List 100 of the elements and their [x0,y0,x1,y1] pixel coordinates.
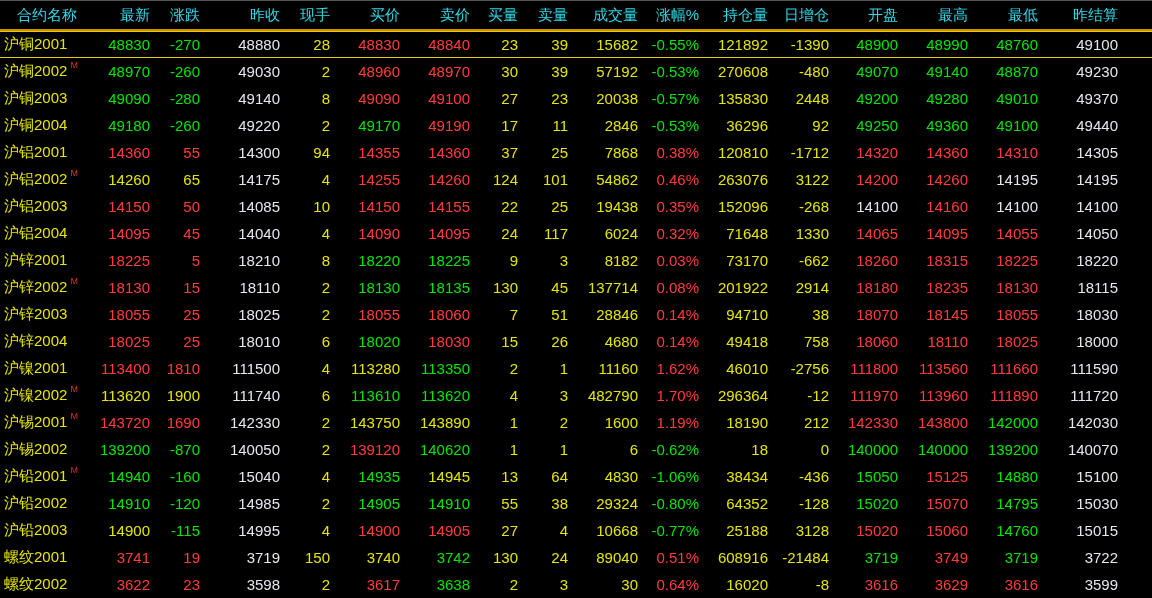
table-cell-text: 64 [550,468,568,485]
table-cell-text: 14995 [237,522,280,539]
column-header[interactable]: 现手 [280,6,330,25]
table-cell-text: 111800 [849,360,898,377]
quote-row[interactable]: 螺纹2002 3622 23 3598 2 3617 3638 2 3 30 0.64% 16020 -8 3616 3629 3616 3599 [0,571,1152,598]
quote-row[interactable]: 沪铝2004 14095 45 14040 4 14090 14095 24 117 6024 0.32% 71648 1330 14065 14095 14055 14050 [0,220,1152,247]
table-cell-text: 142330 [846,414,898,431]
table-cell-text: 49190 [427,117,470,134]
table-cell-text: 3622 [115,576,150,593]
main-contract-marker: M [70,276,78,286]
table-cell-text: 18315 [925,252,968,269]
table-cell-text: 0.14% [655,306,699,323]
table-cell-text: -270 [168,36,200,53]
table-cell-text: 94710 [725,306,768,323]
table-cell-text: 18145 [925,306,968,323]
table-cell-text: 14100 [995,198,1038,215]
column-header[interactable]: 成交量 [568,6,638,25]
column-header[interactable]: 昨结算 [1038,6,1118,25]
table-cell-text: 48900 [855,36,898,53]
table-cell-text: 18030 [427,333,470,350]
contract-name: 沪铜2002 [4,62,68,81]
table-cell-text: 49140 [237,90,280,107]
column-header[interactable]: 合约名称 [0,6,94,25]
quote-row[interactable]: 沪铜2003 49090 -280 49140 8 49090 49100 27 23 20038 -0.57% 135830 2448 49200 49280 49010 49370 [0,85,1152,112]
table-cell-text: 0.03% [655,252,699,269]
table-cell-text: 49100 [1075,36,1118,53]
table-cell-text: 14880 [995,468,1038,485]
table-cell-text: -436 [797,468,829,485]
table-cell-text: 14085 [237,198,280,215]
table-cell-text: 17 [500,117,518,134]
contract-name: 螺纹2002 [4,575,68,594]
quote-row[interactable]: 沪铜2004 49180 -260 49220 2 49170 49190 17 11 2846 -0.53% 36296 92 49250 49360 49100 49440 [0,112,1152,139]
contract-name: 沪铜2004 [4,116,68,135]
column-header[interactable]: 卖价 [400,6,470,25]
column-header[interactable]: 最新 [94,6,150,25]
column-header[interactable]: 日增仓 [768,6,829,25]
contract-name: 沪铝2004 [4,224,68,243]
quote-row[interactable]: 沪锌2001 18225 5 18210 8 18220 18225 9 3 8182 0.03% 73170 -662 18260 18315 18225 18220 [0,247,1152,274]
table-cell-text: 48880 [237,36,280,53]
column-header[interactable]: 最高 [898,6,968,25]
quote-row[interactable]: 沪镍2001 113400 1810 111500 4 113280 113350 2 1 11160 1.62% 46010 -2756 111800 113560 111660 111590 [0,355,1152,382]
table-cell-text: 14095 [107,225,150,242]
quote-row[interactable]: 沪铝2001 14360 55 14300 94 14355 14360 37 25 7868 0.38% 120810 -1712 14320 14360 14310 14305 [0,139,1152,166]
table-cell-text: 49010 [995,90,1038,107]
column-header[interactable]: 买量 [470,6,518,25]
table-cell-text: 18055 [995,306,1038,323]
quote-row[interactable]: 沪锌2003 18055 25 18025 2 18055 18060 7 51 28846 0.14% 94710 38 18070 18145 18055 18030 [0,301,1152,328]
table-cell-text: 49090 [357,90,400,107]
table-cell-text: 113400 [100,360,150,377]
table-cell-text: 22 [500,198,518,215]
table-cell-text: 139120 [348,441,400,458]
table-cell-text: 3719 [245,549,280,566]
table-cell-text: 14090 [357,225,400,242]
table-cell-text: 14355 [357,144,400,161]
contract-name: 沪铝2001 [4,143,68,162]
table-cell-text: 39 [550,63,568,80]
table-cell-text: 18225 [427,252,470,269]
table-cell-text: 3638 [435,576,470,593]
table-cell-text: 49370 [1075,90,1118,107]
column-header[interactable]: 涨跌 [150,6,200,25]
table-cell-text: -1390 [789,36,829,53]
table-cell-text: 4680 [603,333,638,350]
column-header[interactable]: 涨幅% [638,6,699,25]
table-cell-text: 18190 [725,414,768,431]
quote-row[interactable]: 沪锌2004 18025 25 18010 6 18020 18030 15 26 4680 0.14% 49418 758 18060 18110 18025 18000 [0,328,1152,355]
table-cell-text: -21484 [781,549,829,566]
table-cell-text: 263076 [716,171,768,188]
table-cell-text: 3128 [794,522,829,539]
table-cell-text: 49360 [925,117,968,134]
column-header[interactable]: 持仓量 [699,6,768,25]
quote-row[interactable]: 沪铝2003 14150 50 14085 10 14150 14155 22 25 19438 0.35% 152096 -268 14100 14160 14100 14100 [0,193,1152,220]
table-cell-text: 28 [312,36,330,53]
column-header[interactable]: 开盘 [829,6,898,25]
table-cell-text: 55 [182,144,200,161]
quote-row[interactable]: 沪铅2002 14910 -120 14985 2 14905 14910 55 38 29324 -0.80% 64352 -128 15020 15070 14795 15030 [0,490,1152,517]
table-cell-text: 113960 [918,387,968,404]
table-cell-text: 25 [550,198,568,215]
table-cell-text: 15 [500,333,518,350]
table-cell-text: -1.06% [650,468,699,485]
table-cell-text: 2 [320,117,330,134]
column-header[interactable]: 最低 [968,6,1038,25]
table-cell-text: 3719 [1003,549,1038,566]
column-header[interactable]: 买价 [330,6,400,25]
table-cell-text: 18070 [855,306,898,323]
quote-row[interactable]: 螺纹2001 3741 19 3719 150 3740 3742 130 24 89040 0.51% 608916 -21484 3719 3749 3719 3722 [0,544,1152,571]
table-cell-text: 113560 [918,360,968,377]
table-cell-text: 1.19% [655,414,699,431]
table-cell-text: 140000 [916,441,968,458]
table-cell-text: 65 [182,171,200,188]
quote-row[interactable]: 沪铜2001 48830 -270 48880 28 48830 48840 23 39 15682 -0.55% 121892 -1390 48900 48990 48760 49100 [0,31,1152,58]
table-cell-text: 3 [558,576,568,593]
table-cell-text: 14100 [1075,198,1118,215]
table-cell-text: 14175 [237,171,280,188]
quote-row[interactable]: 沪锡2002 139200 -870 140050 2 139120 140620 1 1 6 -0.62% 18 0 140000 140000 139200 140070 [0,436,1152,463]
column-header[interactable]: 昨收 [200,6,280,25]
table-cell-text: 3122 [794,171,829,188]
quote-row[interactable]: 沪铅2003 14900 -115 14995 4 14900 14905 27 4 10668 -0.77% 25188 3128 15020 15060 14760 15015 [0,517,1152,544]
table-cell-text: -12 [806,387,829,404]
column-header[interactable]: 卖量 [518,6,568,25]
table-cell-text: 10668 [595,522,638,539]
